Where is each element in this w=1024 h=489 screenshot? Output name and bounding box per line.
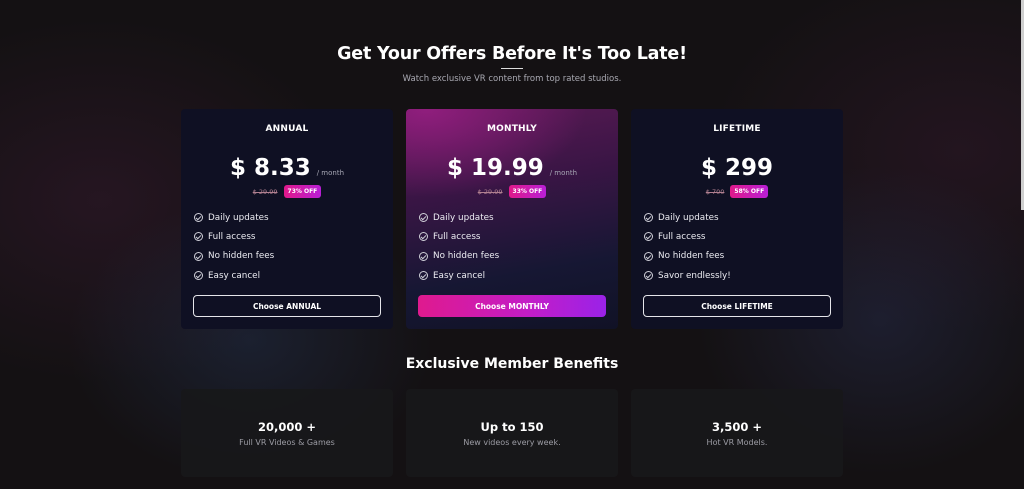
feature-list: Daily updates Full access No hidden fees… <box>644 208 843 285</box>
discount-badge: 73% OFF <box>283 185 322 198</box>
choose-monthly-button[interactable]: Choose MONTHLY <box>418 295 606 317</box>
check-circle-icon <box>419 232 428 242</box>
feature-item: No hidden fees <box>644 247 843 266</box>
feature-item: Daily updates <box>419 208 618 227</box>
plan-price: $ 8.33 <box>229 155 311 181</box>
plan-name: LIFETIME <box>713 124 761 134</box>
feature-list: Daily updates Full access No hidden fees… <box>194 208 393 285</box>
page-title: Get Your Offers Before It's Too Late! <box>337 44 687 64</box>
check-circle-icon <box>644 251 653 261</box>
title-divider <box>501 68 523 69</box>
check-circle-icon <box>644 213 653 223</box>
old-price: $ 29.99 <box>252 187 278 196</box>
benefit-card: Up to 150 New videos every week. <box>406 389 618 477</box>
benefit-value: 20,000 + <box>257 420 317 434</box>
feature-label: Daily updates <box>658 212 719 223</box>
feature-item: Savor endlessly! <box>644 266 843 285</box>
feature-label: Full access <box>208 231 256 242</box>
feature-item: No hidden fees <box>419 247 618 266</box>
check-circle-icon <box>419 271 428 281</box>
discount-badge: 33% OFF <box>508 185 547 198</box>
plan-name: MONTHLY <box>486 124 538 134</box>
feature-label: Savor endlessly! <box>658 270 731 281</box>
benefit-value: 3,500 + <box>711 420 762 434</box>
plan-price: $ 299 <box>700 155 774 181</box>
plan-price: $ 19.99 <box>446 155 544 181</box>
feature-item: Full access <box>194 227 393 246</box>
benefits-title: Exclusive Member Benefits <box>405 356 619 372</box>
feature-label: Easy cancel <box>208 270 261 281</box>
feature-label: Daily updates <box>433 212 494 223</box>
offers-header: Get Your Offers Before It's Too Late! Wa… <box>0 44 1024 84</box>
feature-label: Easy cancel <box>433 270 486 281</box>
feature-item: Daily updates <box>194 208 393 227</box>
check-circle-icon <box>194 271 203 281</box>
plan-card-annual: ANNUAL $ 8.33 / month $ 29.99 73% OFF Da… <box>181 109 393 329</box>
choose-lifetime-button[interactable]: Choose LIFETIME <box>643 295 831 317</box>
feature-label: Full access <box>433 231 481 242</box>
feature-item: Easy cancel <box>194 266 393 285</box>
old-price: $ 700 <box>705 187 725 196</box>
feature-list: Daily updates Full access No hidden fees… <box>419 208 618 285</box>
plan-name: ANNUAL <box>265 124 309 134</box>
benefit-label: Full VR Videos & Games <box>239 438 335 447</box>
discount-badge: 58% OFF <box>730 185 769 198</box>
old-price: $ 29.99 <box>477 187 503 196</box>
benefit-label: Hot VR Models. <box>706 438 768 447</box>
feature-item: No hidden fees <box>194 247 393 266</box>
check-circle-icon <box>419 213 428 223</box>
feature-label: No hidden fees <box>433 251 500 262</box>
feature-item: Daily updates <box>644 208 843 227</box>
feature-item: Easy cancel <box>419 266 618 285</box>
plan-card-monthly: MONTHLY $ 19.99 / month $ 29.99 33% OFF … <box>406 109 618 329</box>
check-circle-icon <box>419 251 428 261</box>
check-circle-icon <box>194 232 203 242</box>
benefit-card: 3,500 + Hot VR Models. <box>631 389 843 477</box>
page-subtitle: Watch exclusive VR content from top rate… <box>402 74 622 84</box>
benefit-label: New videos every week. <box>463 438 561 447</box>
check-circle-icon <box>644 271 653 281</box>
feature-label: No hidden fees <box>208 251 275 262</box>
price-period: / month <box>549 169 578 177</box>
feature-item: Full access <box>419 227 618 246</box>
check-circle-icon <box>644 232 653 242</box>
benefit-card: 20,000 + Full VR Videos & Games <box>181 389 393 477</box>
benefit-value: Up to 150 <box>480 420 544 434</box>
feature-item: Full access <box>644 227 843 246</box>
feature-label: Full access <box>658 231 706 242</box>
choose-annual-button[interactable]: Choose ANNUAL <box>193 295 381 317</box>
check-circle-icon <box>194 213 203 223</box>
feature-label: No hidden fees <box>658 251 725 262</box>
check-circle-icon <box>194 251 203 261</box>
plan-card-lifetime: LIFETIME $ 299 $ 700 58% OFF Daily updat… <box>631 109 843 329</box>
price-period: / month <box>316 169 345 177</box>
feature-label: Daily updates <box>208 212 269 223</box>
